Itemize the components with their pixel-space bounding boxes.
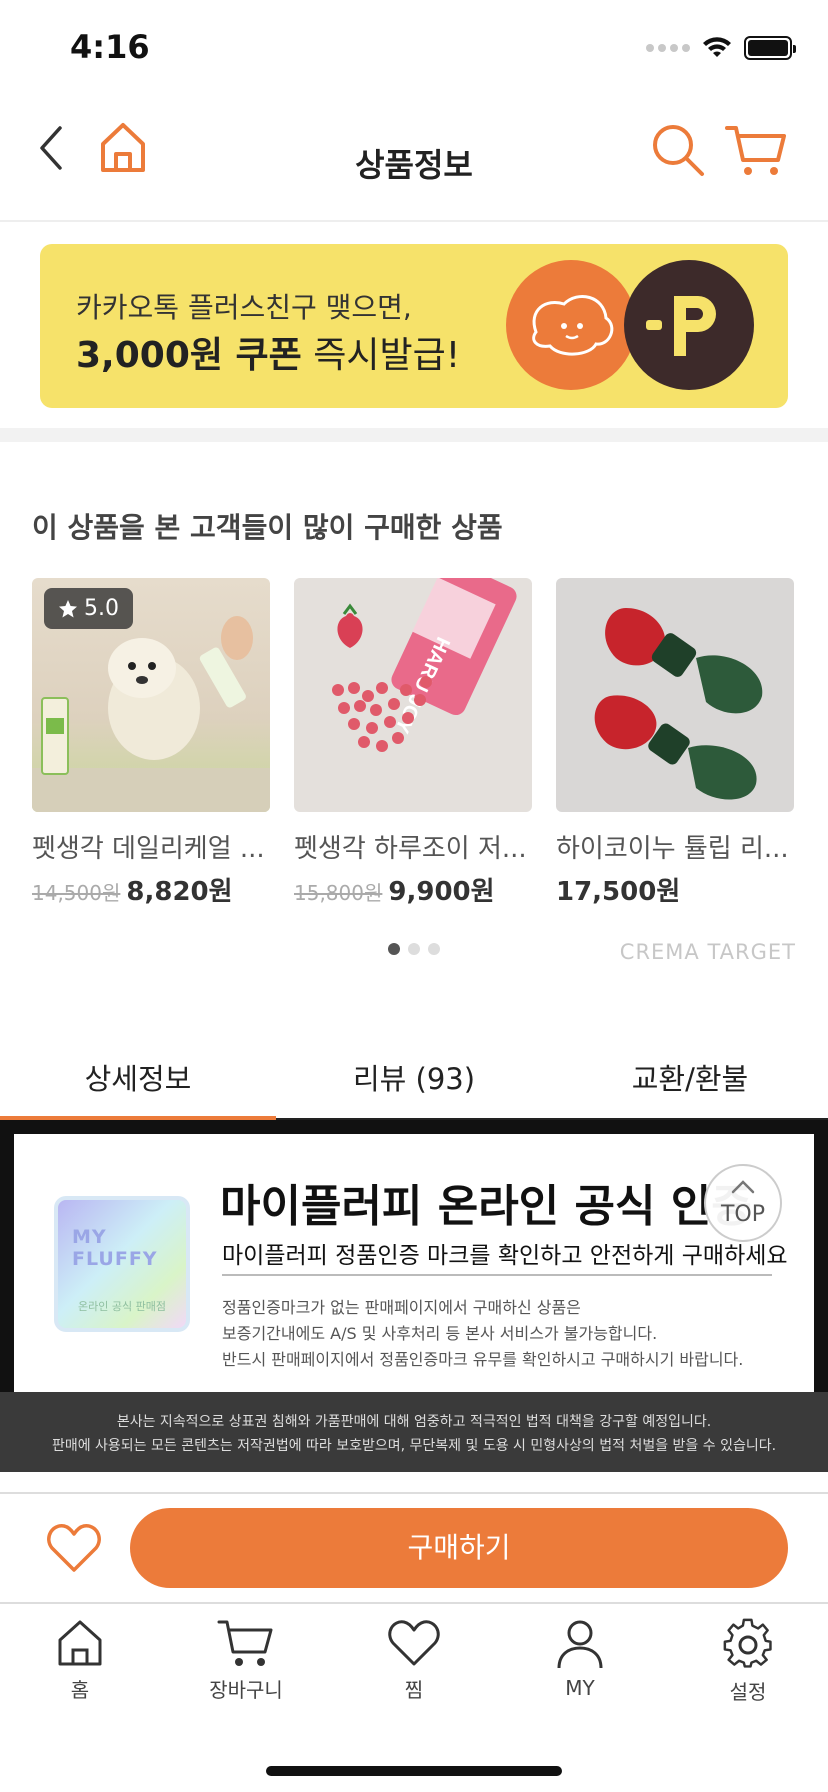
banner-line2: 3,000원 쿠폰 즉시발급! [76, 326, 460, 378]
home-indicator [266, 1766, 562, 1776]
holo-cert-mark: MY FLUFFY 온라인 공식 판매점 [54, 1196, 190, 1332]
cert-divider [222, 1274, 772, 1276]
purchase-bar: 구매하기 [0, 1492, 828, 1602]
wishlist-heart-icon[interactable] [46, 1522, 102, 1574]
cert-notice-2: 보증기간내에도 A/S 및 사후처리 등 본사 서비스가 불가능합니다. [222, 1324, 658, 1343]
holo-title: MY FLUFFY [72, 1226, 158, 1270]
certification-card: MY FLUFFY 온라인 공식 판매점 마이플러피 온라인 공식 인증 마이플… [14, 1134, 814, 1392]
star-icon [59, 599, 77, 617]
cert-notice-3: 반드시 판매페이지에서 정품인증마크 유무를 확인하시고 구매하시기 바랍니다. [222, 1350, 744, 1369]
carousel-dot[interactable] [408, 943, 420, 955]
cart-icon [217, 1620, 273, 1666]
home-icon [58, 1620, 102, 1666]
product-price: 17,500원 [556, 871, 794, 908]
person-icon [557, 1620, 603, 1669]
sale-price: 9,900원 [388, 877, 495, 907]
cart-icon[interactable] [724, 122, 788, 178]
recommend-title: 이 상품을 본 고객들이 많이 구매한 상품 [32, 511, 503, 544]
tabbar-item-settings[interactable]: 설정 [688, 1618, 808, 1705]
heart-icon [388, 1620, 440, 1666]
buy-button[interactable]: 구매하기 [130, 1508, 788, 1588]
scroll-top-button[interactable]: TOP [704, 1164, 782, 1242]
scroll-top-label: TOP [720, 1202, 766, 1227]
detail-tabs: 상세정보 리뷰 (93) 교환/환불 [0, 1040, 828, 1120]
banner-line1: 카카오톡 플러스친구 맺으면, [76, 291, 412, 324]
tabbar-label: 찜 [404, 1678, 424, 1702]
tabbar-item-my[interactable]: MY [520, 1618, 640, 1700]
product-price: 14,500원 8,820원 [32, 871, 270, 908]
holo-subtitle: 온라인 공식 판매점 [78, 1300, 166, 1313]
sale-price: 17,500원 [556, 877, 681, 907]
battery-icon [744, 36, 796, 60]
gear-icon [723, 1618, 772, 1668]
kakao-coupon-banner[interactable]: 카카오톡 플러스친구 맺으면, 3,000원 쿠폰 즉시발급! [40, 244, 788, 408]
dog-logo-icon [506, 260, 636, 390]
product-image: HARU JOY [294, 578, 532, 812]
product-name: 펫생각 하루조이 저... [294, 834, 527, 864]
rating-badge: 5.0 [44, 588, 133, 629]
bottom-tab-bar: 홈 장바구니 찜 MY 설정 [0, 1602, 828, 1792]
search-icon[interactable] [650, 122, 706, 178]
detail-image: MY FLUFFY 온라인 공식 판매점 마이플러피 온라인 공식 인증 마이플… [0, 1120, 828, 1472]
status-icons [646, 36, 796, 60]
tab-review[interactable]: 리뷰 (93) [276, 1040, 552, 1118]
cert-subheading: 마이플러피 정품인증 마크를 확인하고 안전하게 구매하세요 [222, 1243, 788, 1269]
section-divider [0, 428, 828, 442]
cert-notice-1: 정품인증마크가 없는 판매페이지에서 구매하신 상품은 [222, 1298, 581, 1317]
chevron-up-icon [731, 1180, 755, 1194]
product-card[interactable]: HARU JOY 펫생각 하루조이 저... 15,800원 9,900원 [294, 578, 532, 908]
nav-header: 상품정보 [0, 100, 828, 222]
product-card[interactable]: 5.0 펫생각 데일리케얼 ... 14,500원 8,820원 [32, 578, 270, 908]
tabbar-label: 설정 [729, 1680, 767, 1704]
cert-heading: 마이플러피 온라인 공식 인증 [220, 1181, 752, 1232]
carousel-dot[interactable] [428, 943, 440, 955]
tabbar-item-wishlist[interactable]: 찜 [354, 1618, 474, 1703]
product-image: 5.0 [32, 578, 270, 812]
banner-highlight: 3,000원 쿠폰 [76, 335, 302, 376]
carousel-dot-active[interactable] [388, 943, 400, 955]
product-image [556, 578, 794, 812]
legal-line-2: 판매에 사용되는 모든 콘텐츠는 저작권법에 따라 보호받으며, 무단복제 및 … [51, 1438, 777, 1454]
sale-price: 8,820원 [126, 877, 233, 907]
product-card[interactable]: 하이코이누 튤립 리... 17,500원 [556, 578, 794, 908]
legal-line-1: 본사는 지속적으로 상표권 침해와 가품판매에 대해 엄중하고 적극적인 법적 … [116, 1414, 712, 1430]
tabbar-label: MY [565, 1676, 595, 1700]
status-time: 4:16 [70, 28, 150, 66]
signal-icon [646, 44, 690, 52]
legal-footer: 본사는 지속적으로 상표권 침해와 가품판매에 대해 엄중하고 적극적인 법적 … [0, 1410, 828, 1458]
wifi-icon [703, 37, 731, 57]
banner-line2-rest: 즉시발급! [301, 335, 461, 376]
tabbar-label: 장바구니 [209, 1678, 283, 1702]
original-price: 15,800원 [294, 881, 383, 905]
product-price: 15,800원 9,900원 [294, 871, 532, 908]
p-logo-icon [624, 260, 754, 390]
status-bar: 4:16 [0, 0, 828, 100]
crema-target-label: CREMA TARGET [619, 940, 796, 964]
carousel-dots[interactable] [388, 943, 440, 955]
product-name: 펫생각 데일리케얼 ... [32, 834, 265, 864]
original-price: 14,500원 [32, 881, 121, 905]
rating-value: 5.0 [84, 596, 119, 621]
tabbar-item-home[interactable]: 홈 [20, 1618, 140, 1703]
tabbar-item-cart[interactable]: 장바구니 [186, 1618, 306, 1703]
tab-detail[interactable]: 상세정보 [0, 1040, 276, 1120]
tabbar-label: 홈 [70, 1678, 90, 1702]
tab-exchange-refund[interactable]: 교환/환불 [552, 1040, 828, 1118]
product-name: 하이코이누 튤립 리... [556, 834, 789, 864]
